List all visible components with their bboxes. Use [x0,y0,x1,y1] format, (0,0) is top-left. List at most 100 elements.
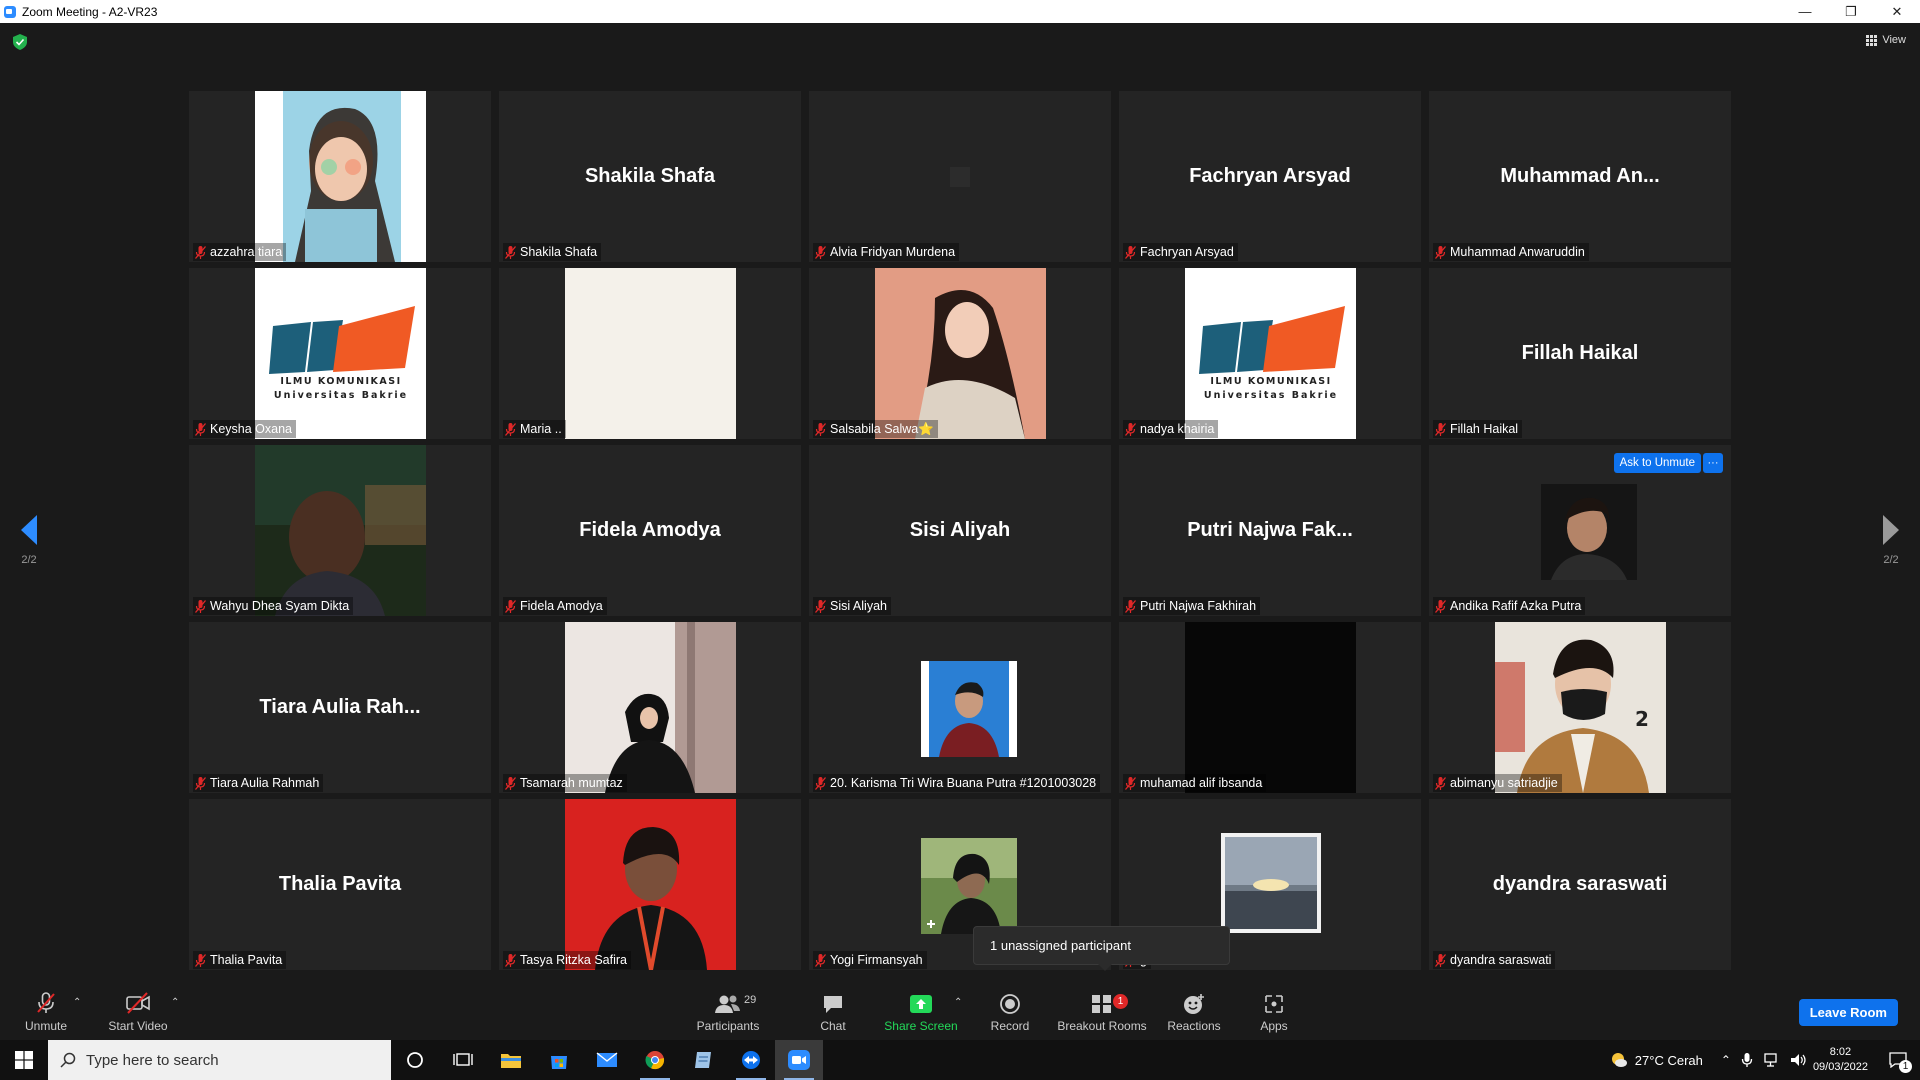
muted-mic-icon [815,953,826,967]
participant-tile[interactable]: Putri Najwa Fak... Putri Najwa Fakhirah [1119,445,1421,616]
participant-name: Yogi Firmansyah [830,953,923,967]
network-icon[interactable] [1763,1052,1781,1068]
video-off-icon [126,992,150,1014]
notes-icon [695,1052,711,1068]
video-options-caret-icon[interactable]: ⌃ [171,997,179,1008]
participant-tile[interactable]: Ask to Unmute ··· Andika Rafif Azka Putr… [1429,445,1731,616]
close-button[interactable]: ✕ [1874,0,1920,23]
start-video-button[interactable]: Start Video [106,981,170,1040]
notes-app-button[interactable] [679,1040,727,1080]
muted-mic-icon [195,599,206,613]
participant-tile[interactable]: Maria .. [499,268,801,439]
muted-mic-icon [1125,422,1136,436]
muted-mic-icon [815,776,826,790]
participant-nametag: Andika Rafif Azka Putra [1433,597,1586,615]
weather-sun-icon [1611,1053,1627,1067]
taskbar-search-box[interactable]: Type here to search [48,1040,391,1080]
record-label: Record [990,1019,1030,1033]
participant-tile[interactable]: muhamad alif ibsanda [1119,622,1421,793]
video-feed [1185,622,1356,793]
participant-tile[interactable]: Alvia Fridyan Murdena [809,91,1111,262]
participant-tile[interactable]: ILMU KOMUNIKASI Universitas Bakrie Keysh… [189,268,491,439]
participant-name: Alvia Fridyan Murdena [830,245,956,259]
avatar-photo [1221,833,1321,933]
participant-tile[interactable]: azzahra tiara [189,91,491,262]
participant-tile[interactable]: Salsabila Salwa⭐ [809,268,1111,439]
volume-icon[interactable] [1789,1052,1807,1068]
participant-tile[interactable]: 20. Karisma Tri Wira Buana Putra #120100… [809,622,1111,793]
participants-button[interactable]: Participants [693,981,763,1040]
participant-name: Shakila Shafa [520,245,598,259]
microphone-icon[interactable] [1741,1052,1753,1068]
muted-mic-icon [1435,953,1446,967]
participant-tile[interactable]: Fachryan Arsyad Fachryan Arsyad [1119,91,1421,262]
apps-button[interactable]: Apps [1255,981,1293,1040]
breakout-rooms-badge: 1 [1113,994,1128,1009]
gallery-grid: azzahra tiara Shakila Shafa Shakila Shaf… [189,91,1732,970]
participant-display-name: Shakila Shafa [584,165,716,187]
chrome-button[interactable] [631,1040,679,1080]
share-options-caret-icon[interactable]: ⌃ [954,997,962,1008]
participant-tile[interactable]: Tasya Ritzka Safira [499,799,801,970]
start-button[interactable] [0,1040,48,1080]
maximize-button[interactable]: ❐ [1828,0,1874,23]
participant-name: Fachryan Arsyad [1140,245,1234,259]
participant-nametag: Tasya Ritzka Safira [503,951,631,969]
unmute-button[interactable]: Unmute [22,981,70,1040]
participant-name: Muhammad Anwaruddin [1450,245,1585,259]
record-button[interactable]: Record [985,981,1035,1040]
breakout-rooms-icon [1092,995,1111,1013]
mail-button[interactable] [583,1040,631,1080]
minimize-button[interactable]: — [1782,0,1828,23]
previous-page-button[interactable]: 2/2 [9,515,49,566]
zoom-taskbar-button[interactable] [775,1040,823,1080]
leave-room-button[interactable]: Leave Room [1798,999,1898,1026]
participant-tile[interactable]: Sisi Aliyah Sisi Aliyah [809,445,1111,616]
cortana-button[interactable] [391,1040,439,1080]
chat-button[interactable]: Chat [812,981,854,1040]
participant-tile[interactable]: 2 abimanyu satriadjie [1429,622,1731,793]
security-shield-icon[interactable] [13,34,27,50]
participant-nametag: Alvia Fridyan Murdena [813,243,960,261]
participant-tile[interactable]: Muhammad An... Muhammad Anwaruddin [1429,91,1731,262]
show-hidden-icons-icon[interactable]: ⌃ [1721,1053,1731,1067]
participant-tile[interactable]: dyandra saraswati dyandra saraswati [1429,799,1731,970]
share-screen-button[interactable]: Share Screen [883,981,959,1040]
store-button[interactable] [535,1040,583,1080]
taskbar-clock[interactable]: 8:02 09/03/2022 [1813,1045,1868,1075]
participant-tile[interactable]: Tiara Aulia Rah... Tiara Aulia Rahmah [189,622,491,793]
file-explorer-button[interactable] [487,1040,535,1080]
participant-display-name: Fillah Haikal [1521,342,1639,364]
muted-mic-icon [1125,599,1136,613]
muted-mic-icon [195,245,206,259]
share-screen-icon [910,995,932,1013]
breakout-rooms-button[interactable]: Breakout Rooms [1055,981,1149,1040]
mic-muted-icon [37,992,55,1013]
participant-tile[interactable]: Fidela Amodya Fidela Amodya [499,445,801,616]
apps-label: Apps [1260,1019,1288,1033]
next-page-button[interactable]: 2/2 [1871,515,1911,566]
weather-text[interactable]: 27°C Cerah [1635,1053,1703,1068]
view-button[interactable]: View [1866,34,1906,46]
ask-to-unmute-button[interactable]: Ask to Unmute [1613,453,1701,473]
participant-tile[interactable]: Thalia Pavita Thalia Pavita [189,799,491,970]
participant-name: 20. Karisma Tri Wira Buana Putra #120100… [830,776,1097,790]
audio-options-caret-icon[interactable]: ⌃ [73,997,81,1008]
windows-logo-icon [15,1051,33,1069]
reactions-button[interactable]: Reactions [1165,981,1223,1040]
participant-tile[interactable]: Tsamarah mumtaz [499,622,801,793]
share-screen-label: Share Screen [884,1019,958,1033]
participant-tile[interactable]: ILMU KOMUNIKASI Universitas Bakrie nadya… [1119,268,1421,439]
participant-name: Sisi Aliyah [830,599,887,613]
participant-tile[interactable]: Wahyu Dhea Syam Dikta [189,445,491,616]
participant-nametag: 20. Karisma Tri Wira Buana Putra #120100… [813,774,1101,792]
more-options-button[interactable]: ··· [1703,453,1723,473]
participant-tile[interactable]: Shakila Shafa Shakila Shafa [499,91,801,262]
action-center-button[interactable]: 1 [1876,1040,1920,1080]
muted-mic-icon [1435,599,1446,613]
participant-tile[interactable]: Fillah Haikal Fillah Haikal [1429,268,1731,439]
participant-nametag: dyandra saraswati [1433,951,1556,969]
participant-name: dyandra saraswati [1450,953,1552,967]
teamviewer-button[interactable] [727,1040,775,1080]
task-view-button[interactable] [439,1040,487,1080]
